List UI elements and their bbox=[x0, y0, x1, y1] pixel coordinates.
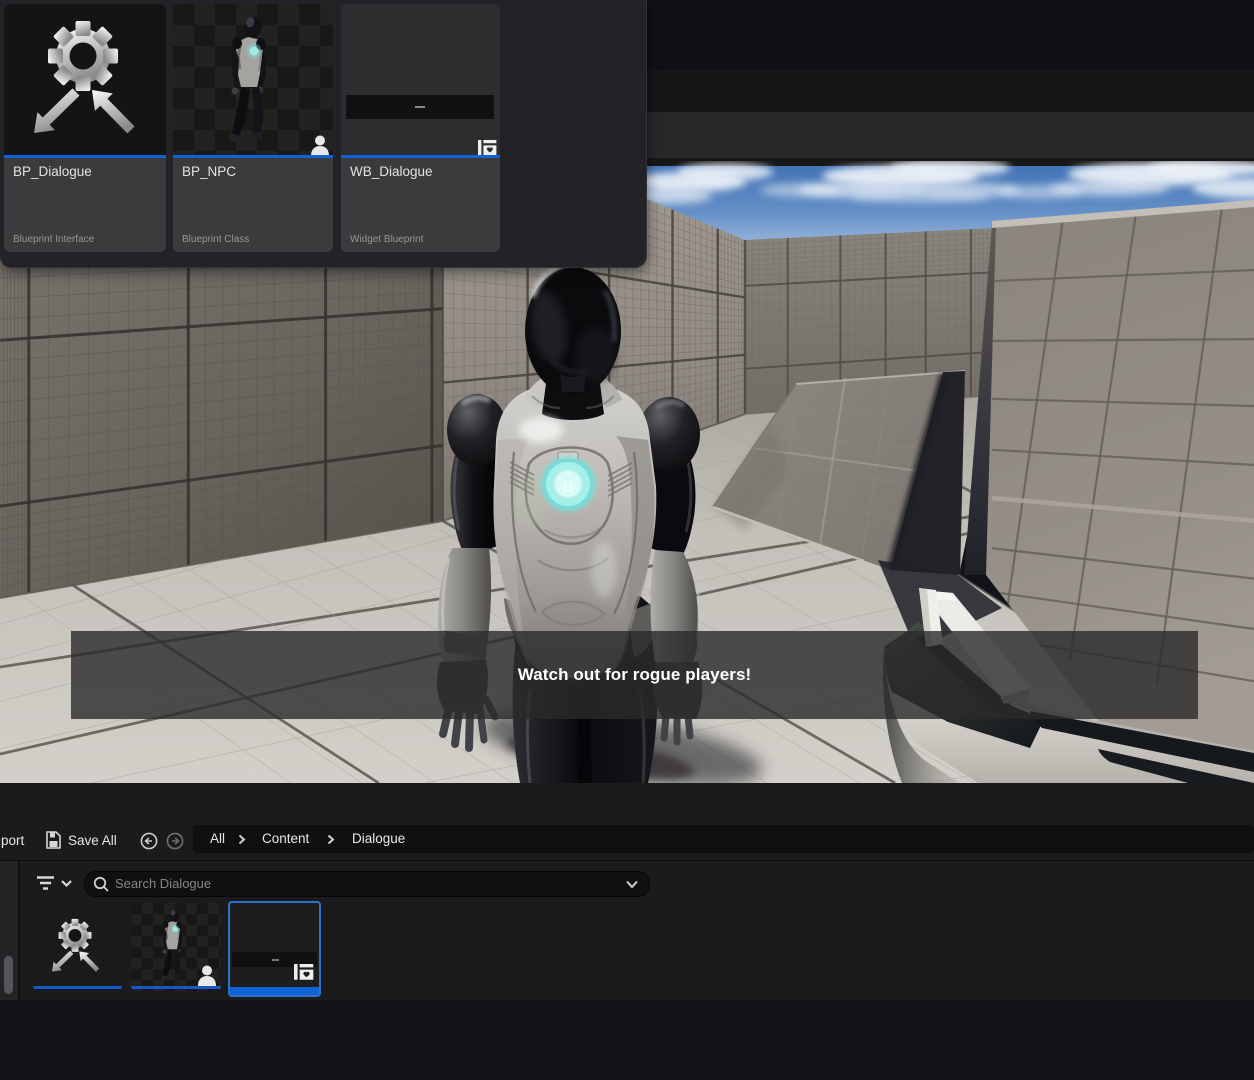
svg-text:u: u bbox=[562, 473, 574, 497]
